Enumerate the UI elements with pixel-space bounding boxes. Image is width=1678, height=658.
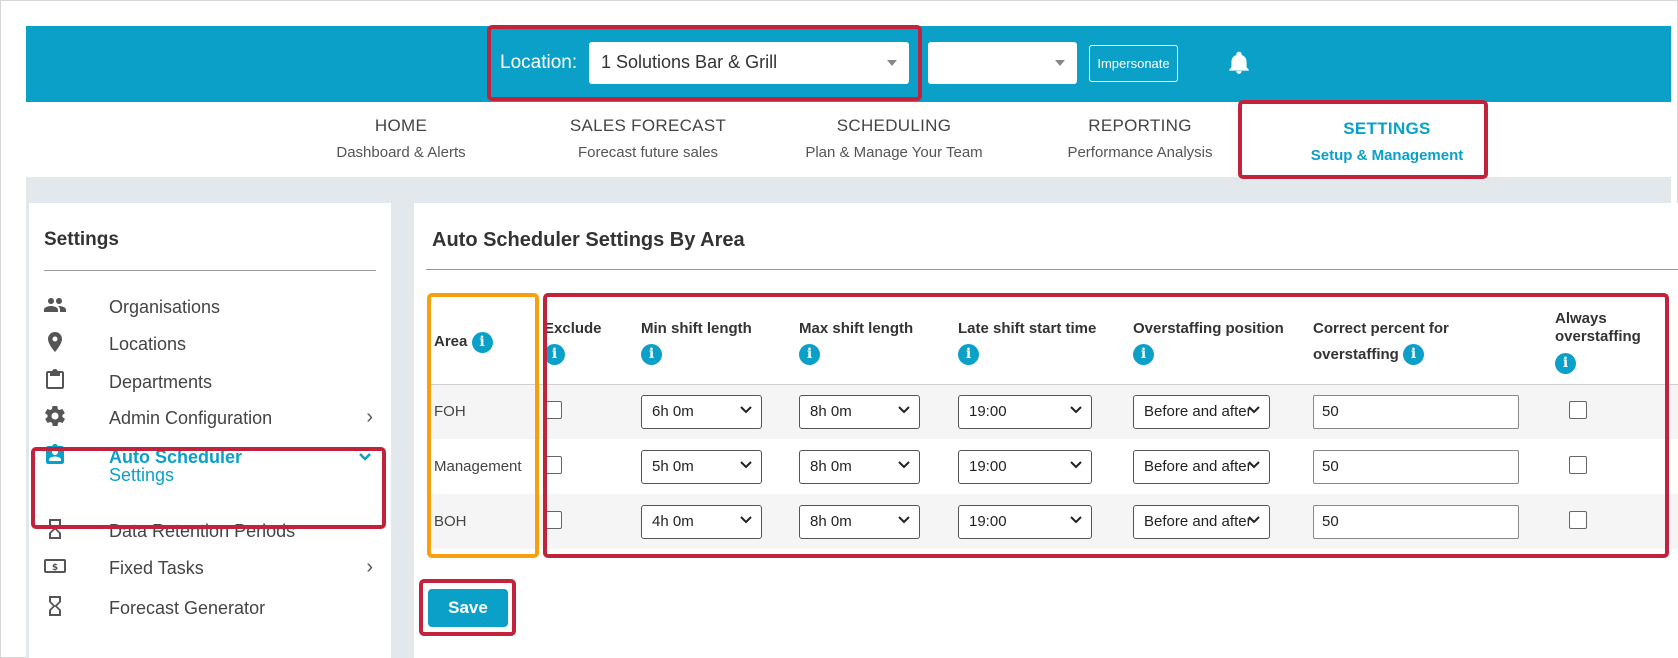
divider	[426, 269, 1678, 270]
nav-title: SALES FORECAST	[569, 116, 727, 135]
divider	[44, 270, 376, 271]
highlight-settings-nav	[1238, 100, 1488, 179]
highlight-settings-table	[543, 293, 1669, 558]
nav-sales-forecast[interactable]: SALES FORECAST Forecast future sales	[523, 116, 773, 161]
chevron-right-icon: ›	[366, 406, 373, 428]
highlight-auto-scheduler	[31, 447, 386, 529]
nav-title: HOME	[374, 116, 428, 135]
nav-subtitle: Dashboard & Alerts	[336, 144, 466, 161]
nav-subtitle: Plan & Manage Your Team	[805, 144, 983, 161]
highlight-save-button	[419, 579, 516, 636]
svg-text:$: $	[52, 563, 58, 573]
nav-subtitle: Forecast future sales	[577, 144, 719, 161]
people-icon	[44, 298, 66, 312]
settings-sidebar: Settings Organisations Locations Departm…	[29, 203, 391, 658]
nav-home[interactable]: HOME Dashboard & Alerts	[276, 116, 526, 161]
page-title: Auto Scheduler Settings By Area	[432, 229, 745, 251]
highlight-location	[487, 25, 922, 101]
nav-reporting[interactable]: REPORTING Performance Analysis	[1015, 116, 1265, 161]
sidebar-item-forecast-generator[interactable]: Forecast Generator	[29, 590, 391, 624]
location-pin-icon	[48, 332, 62, 352]
sidebar-title: Settings	[44, 229, 119, 250]
nav-subtitle: Performance Analysis	[1067, 144, 1213, 161]
dollar-bill-icon: $	[44, 559, 66, 573]
hourglass-icon	[49, 596, 61, 616]
nav-title: SCHEDULING	[836, 116, 952, 135]
chevron-right-icon: ›	[366, 556, 373, 578]
sidebar-item-label: Fixed Tasks	[109, 558, 204, 578]
nav-scheduling[interactable]: SCHEDULING Plan & Manage Your Team	[769, 116, 1019, 161]
sidebar-item-fixed-tasks[interactable]: $ Fixed Tasks ›	[29, 550, 391, 584]
sidebar-item-label: Departments	[109, 372, 213, 392]
sidebar-item-organisations[interactable]: Organisations	[29, 289, 391, 323]
chevron-down-icon	[1055, 60, 1065, 66]
app-frame: Location: 1 Solutions Bar & Grill Impers…	[0, 0, 1678, 658]
impersonate-button[interactable]: Impersonate	[1089, 45, 1178, 82]
bell-icon[interactable]	[1226, 49, 1252, 77]
highlight-area-column	[427, 293, 539, 558]
sidebar-item-admin-configuration[interactable]: Admin Configuration ›	[29, 400, 391, 434]
clipboard-icon	[46, 369, 64, 389]
nav-title: REPORTING	[1088, 116, 1192, 135]
sidebar-item-label: Organisations	[109, 297, 221, 317]
gear-icon	[45, 406, 65, 426]
sidebar-item-label: Admin Configuration	[109, 408, 273, 428]
sidebar-item-locations[interactable]: Locations	[29, 326, 391, 360]
sidebar-item-label: Locations	[109, 334, 187, 354]
sidebar-item-departments[interactable]: Departments	[29, 364, 391, 398]
secondary-select[interactable]	[928, 42, 1077, 84]
sidebar-item-label: Forecast Generator	[109, 598, 266, 618]
